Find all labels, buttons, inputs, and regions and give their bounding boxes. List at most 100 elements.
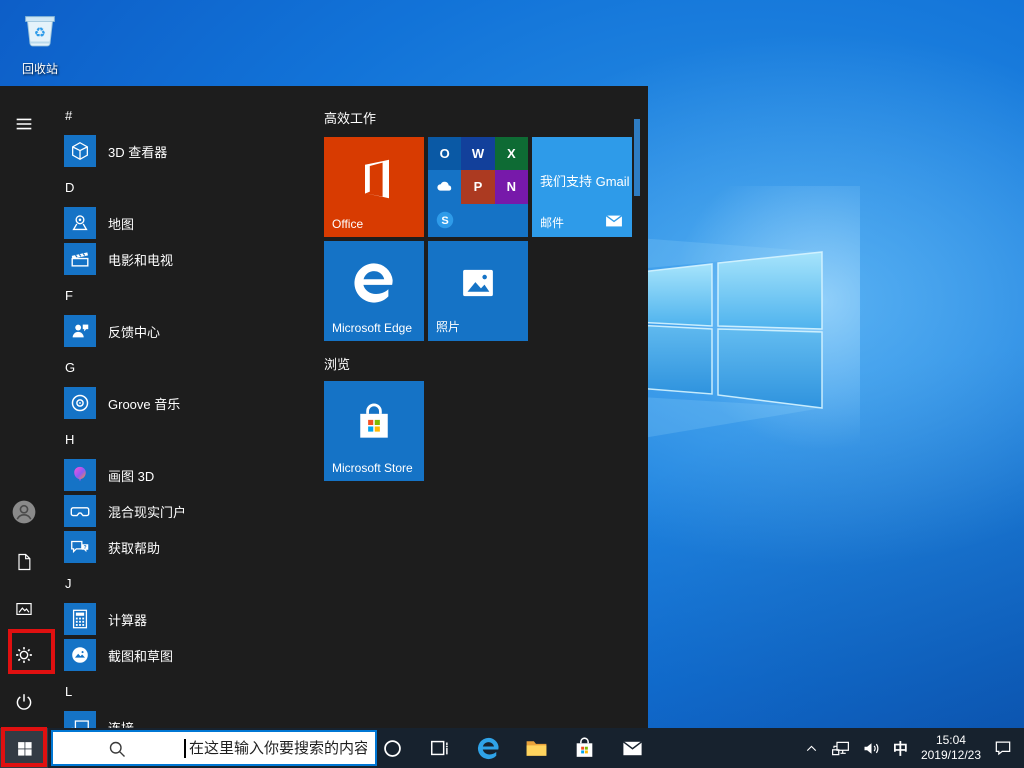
cube-icon	[69, 140, 91, 162]
cube-tile	[64, 135, 96, 167]
app-list-item-mixed-reality[interactable]: 混合现实门户	[56, 493, 320, 529]
rail-pictures-button[interactable]	[0, 589, 48, 629]
tray-network-button[interactable]	[825, 728, 856, 768]
app-list-letter[interactable]: H	[56, 421, 320, 457]
speaker-icon	[861, 738, 882, 759]
onedrive-mini-icon	[428, 170, 461, 203]
annotation-box-settings	[8, 629, 55, 674]
app-list-letter[interactable]: L	[56, 673, 320, 709]
tray-tray-overflow-button[interactable]	[798, 728, 825, 768]
photos-icon	[457, 262, 499, 304]
onedrive-icon	[434, 176, 456, 198]
rail-user-button[interactable]	[0, 492, 48, 532]
app-list-item-calculator[interactable]: 计算器	[56, 601, 320, 637]
tile-office-365-apps[interactable]: OWXPNS	[428, 137, 528, 237]
recycle-bin-label: 回收站	[13, 60, 67, 77]
tray-time: 15:04	[921, 733, 981, 748]
tiles-scrollbar[interactable]	[634, 119, 640, 196]
calculator-tile	[64, 603, 96, 635]
connect-icon	[69, 716, 91, 728]
envelope-icon	[604, 211, 624, 231]
action-center-icon	[993, 738, 1013, 758]
movies-tile	[64, 243, 96, 275]
app-list-item-movies[interactable]: 电影和电视	[56, 241, 320, 277]
app-list-item-feedback[interactable]: 反馈中心	[56, 313, 320, 349]
taskbar-cortana-button[interactable]	[368, 728, 416, 768]
movies-icon	[69, 248, 91, 270]
taskbar-search-box[interactable]	[51, 730, 377, 766]
excel-mini-icon: X	[495, 137, 528, 170]
taskbar-edge-button[interactable]	[464, 728, 512, 768]
feedback-tile	[64, 315, 96, 347]
app-label: 获取帮助	[108, 538, 160, 557]
connect-tile	[64, 711, 96, 728]
tile-microsoft-edge[interactable]: Microsoft Edge	[324, 241, 424, 341]
app-list-letter[interactable]: D	[56, 169, 320, 205]
help-icon: ?	[69, 536, 91, 558]
tile-photos[interactable]: 照片	[428, 241, 528, 341]
svg-text:♻: ♻	[34, 25, 46, 40]
app-list-item-help[interactable]: ? 获取帮助	[56, 529, 320, 565]
network-icon	[830, 738, 851, 759]
office-logo-icon	[350, 155, 398, 203]
map-pin-tile	[64, 207, 96, 239]
recycle-bin-desktop-icon[interactable]: ♻ 回收站	[13, 8, 67, 77]
power-icon	[13, 691, 35, 713]
taskbar-task-view-button[interactable]	[416, 728, 464, 768]
app-list-item-map-pin[interactable]: 地图	[56, 205, 320, 241]
chevron-up-icon	[803, 740, 820, 757]
tray-volume-button[interactable]	[856, 728, 887, 768]
cortana-icon	[382, 738, 403, 759]
app-list-letter[interactable]: F	[56, 277, 320, 313]
mail-tile-headline: 我们支持 Gmail	[540, 171, 630, 190]
tile-microsoft-store[interactable]: Microsoft Store	[324, 381, 424, 481]
storebag-icon	[352, 401, 396, 445]
paint3d-tile	[64, 459, 96, 491]
mixed-reality-tile	[64, 495, 96, 527]
app-list-item-paint3d[interactable]: 画图 3D	[56, 457, 320, 493]
office-apps-grid: OWXPNS	[428, 137, 528, 237]
taskbar: 中15:042019/12/23	[0, 728, 1024, 768]
tile-mail[interactable]: 我们支持 Gmail邮件	[532, 137, 632, 237]
app-label: 反馈中心	[108, 322, 160, 341]
tile-section-header: 高效工作	[324, 108, 642, 126]
app-list-item-snip[interactable]: 截图和草图	[56, 637, 320, 673]
recycle-bin-icon: ♻	[17, 8, 63, 54]
word-mini-icon: W	[461, 137, 494, 170]
app-list-item-connect[interactable]: 连接	[56, 709, 320, 728]
app-list-letter[interactable]: J	[56, 565, 320, 601]
app-list-letter[interactable]: G	[56, 349, 320, 385]
taskbar-mail-button[interactable]	[608, 728, 656, 768]
tray-ime-indicator[interactable]: 中	[887, 738, 914, 759]
taskbar-buttons	[368, 728, 656, 768]
taskbar-store-button[interactable]	[560, 728, 608, 768]
app-label: 截图和草图	[108, 646, 173, 665]
app-list-item-cube[interactable]: 3D 查看器	[56, 133, 320, 169]
tray-clock[interactable]: 15:042019/12/23	[914, 733, 988, 763]
app-list-item-groove[interactable]: Groove 音乐	[56, 385, 320, 421]
document-icon	[14, 552, 34, 572]
start-menu: #3D 查看器D地图电影和电视F 反馈中心 G Groove 音乐 H画图 3D 混合现实…	[0, 86, 648, 728]
taskbar-file-explorer-button[interactable]	[512, 728, 560, 768]
text-caret	[184, 739, 186, 758]
app-label: 连接	[108, 718, 134, 729]
hamburger-icon	[13, 113, 35, 135]
tray-action-center-button[interactable]	[988, 728, 1018, 768]
rail-documents-button[interactable]	[0, 542, 48, 582]
rail-power-button[interactable]	[0, 682, 48, 722]
edge-icon	[349, 258, 399, 308]
app-list-letter[interactable]: #	[56, 97, 320, 133]
skype-icon: S	[434, 209, 456, 231]
tile-grid: OfficeOWXPNS我们支持 Gmail邮件 Microsoft Edge照片	[324, 137, 636, 341]
tile-section-header: 浏览	[324, 354, 642, 372]
powerpoint-mini-icon: P	[461, 170, 494, 203]
tile-office[interactable]: Office	[324, 137, 424, 237]
app-label: Groove 音乐	[108, 394, 180, 413]
app-label: 混合现实门户	[108, 502, 186, 521]
search-input[interactable]	[53, 732, 375, 764]
annotation-box-start	[1, 727, 47, 767]
tile-label: Microsoft Store	[332, 461, 413, 475]
feedback-icon	[69, 320, 91, 342]
rail-menu-button[interactable]	[0, 104, 48, 144]
taskview-icon	[429, 737, 451, 759]
